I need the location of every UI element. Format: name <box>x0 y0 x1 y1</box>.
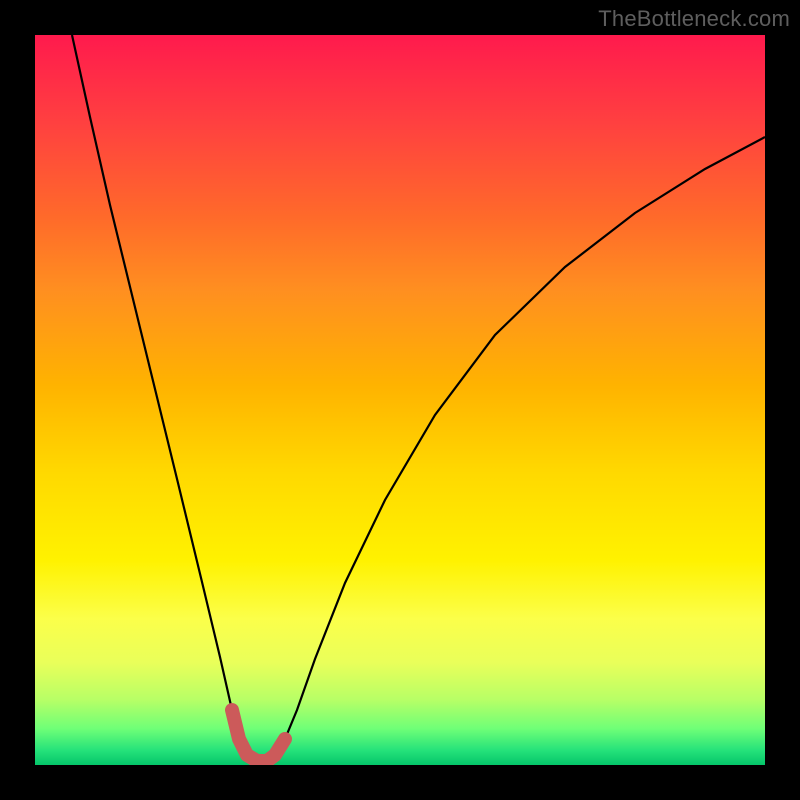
bottleneck-curve <box>72 35 765 761</box>
plot-area <box>35 35 765 765</box>
curve-svg <box>35 35 765 765</box>
watermark-text: TheBottleneck.com <box>598 6 790 32</box>
valley-highlight <box>232 710 285 761</box>
chart-frame: TheBottleneck.com <box>0 0 800 800</box>
